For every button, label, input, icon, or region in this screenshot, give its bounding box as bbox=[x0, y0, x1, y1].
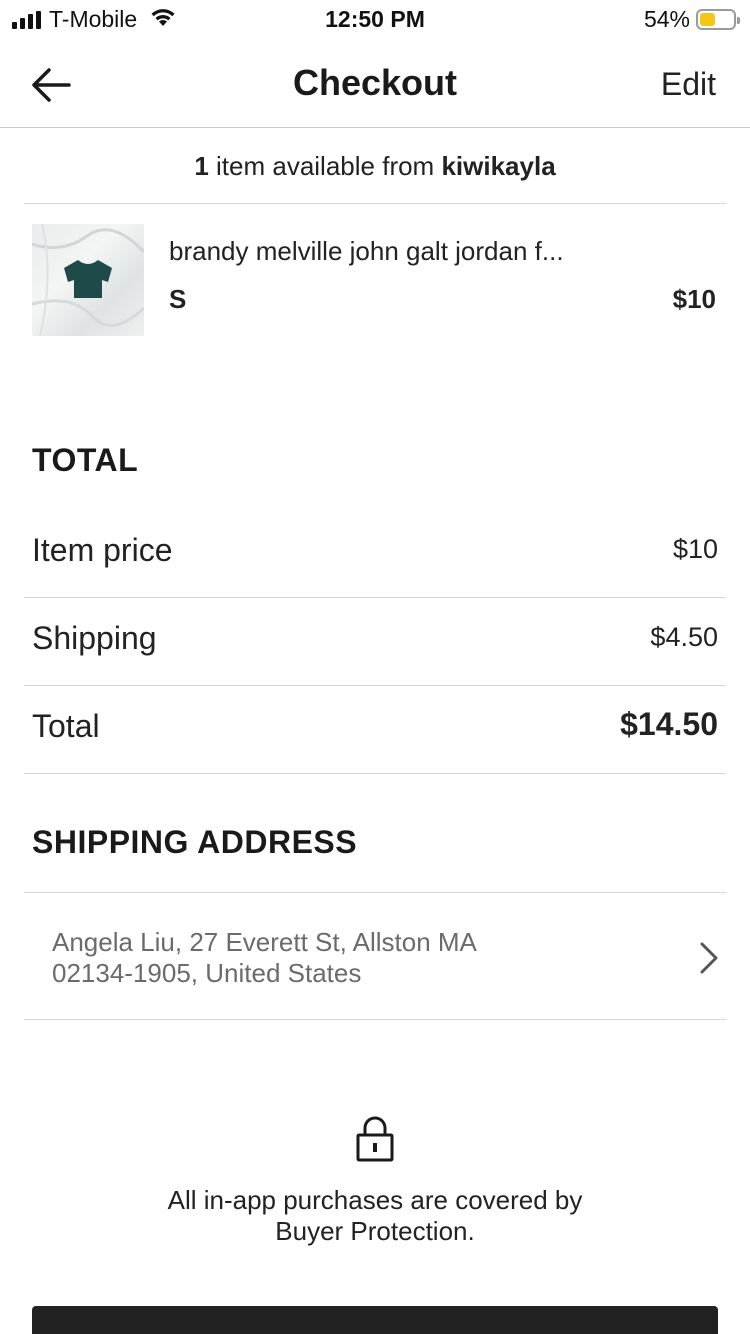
battery-level bbox=[700, 13, 716, 26]
shipping-address-heading: SHIPPING ADDRESS bbox=[32, 824, 358, 860]
nav-bar: Checkout Edit bbox=[0, 40, 750, 128]
item-size: S bbox=[169, 284, 187, 314]
seller-name[interactable]: kiwikayla bbox=[441, 151, 555, 181]
battery-icon bbox=[696, 9, 740, 30]
battery-cap bbox=[737, 17, 740, 24]
chevron-right-icon bbox=[700, 942, 718, 974]
shipping-value: $4.50 bbox=[650, 622, 718, 652]
protection-line-2: Buyer Protection. bbox=[275, 1216, 475, 1246]
item-thumbnail bbox=[32, 224, 144, 336]
total-value: $14.50 bbox=[620, 706, 718, 742]
cart-item[interactable]: brandy melville john galt jordan f... S … bbox=[32, 224, 718, 336]
page-title: Checkout bbox=[292, 62, 458, 103]
seller-availability: 1 item available from kiwikayla bbox=[24, 128, 726, 204]
summary-row-total: Total $14.50 bbox=[24, 686, 726, 774]
item-price: $10 bbox=[672, 284, 716, 314]
shipping-address-text: Angela Liu, 27 Everett St, Allston MA 02… bbox=[52, 927, 652, 989]
shipping-address-row[interactable]: Angela Liu, 27 Everett St, Allston MA 02… bbox=[24, 892, 726, 1020]
shirt-photo bbox=[32, 224, 144, 336]
address-line-1: Angela Liu, 27 Everett St, Allston MA bbox=[52, 927, 477, 957]
item-count: 1 bbox=[194, 151, 209, 181]
protection-line-1: All in-app purchases are covered by bbox=[167, 1185, 583, 1215]
purchase-button[interactable] bbox=[32, 1306, 718, 1334]
item-price-value: $10 bbox=[672, 534, 718, 564]
item-title: brandy melville john galt jordan f... bbox=[169, 236, 564, 266]
status-right: 54% bbox=[643, 6, 740, 33]
item-price-label: Item price bbox=[32, 532, 173, 568]
buyer-protection-text: All in-app purchases are covered by Buye… bbox=[100, 1185, 650, 1247]
shipping-label: Shipping bbox=[32, 620, 157, 656]
summary-row-shipping: Shipping $4.50 bbox=[24, 598, 726, 686]
total-label: Total bbox=[32, 708, 100, 744]
edit-button[interactable]: Edit bbox=[661, 66, 716, 103]
availability-text: item available from bbox=[208, 151, 442, 181]
address-line-2: 02134-1905, United States bbox=[52, 958, 362, 988]
status-time: 12:50 PM bbox=[325, 6, 425, 32]
lock-icon bbox=[356, 1116, 394, 1162]
status-bar: T-Mobile 12:50 PM 54% bbox=[0, 0, 750, 40]
summary-row-item-price: Item price $10 bbox=[24, 510, 726, 598]
checkout-screen: T-Mobile 12:50 PM 54% Checkout Edit 1 it… bbox=[0, 0, 750, 1334]
battery-percent: 54% bbox=[643, 6, 690, 32]
total-heading: TOTAL bbox=[32, 442, 139, 478]
